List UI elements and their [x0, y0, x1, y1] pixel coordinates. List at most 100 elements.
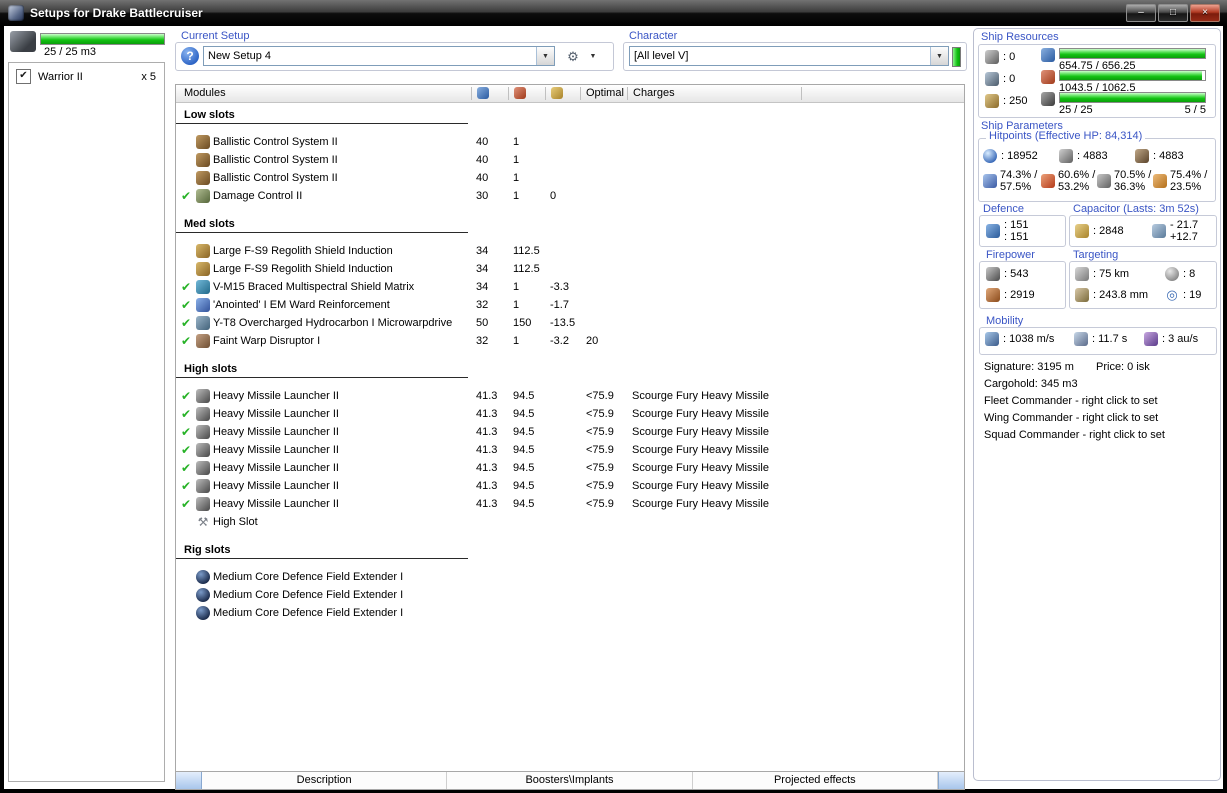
- setup-tools-button[interactable]: ⚙: [562, 47, 584, 66]
- tab-scroll-right-button[interactable]: [937, 772, 964, 789]
- module-row[interactable]: ✔ Damage Control II 30 1 0: [176, 187, 964, 205]
- hitpoints-group: : 18952 : 4883 : 4883 74.3% /57.5% 60.6%…: [978, 138, 1216, 202]
- module-cap-value: -1.7: [550, 299, 569, 311]
- powergrid-column-icon[interactable]: [514, 87, 526, 99]
- module-row[interactable]: Ballistic Control System II 40 1: [176, 169, 964, 187]
- module-row[interactable]: Medium Core Defence Field Extender I: [176, 568, 964, 586]
- close-button[interactable]: ×: [1190, 4, 1220, 22]
- capacitor-icon: [1075, 224, 1089, 238]
- max-velocity-icon: [985, 332, 999, 346]
- module-row[interactable]: ⚒ High Slot: [176, 513, 964, 531]
- module-row[interactable]: ✔ Heavy Missile Launcher II 41.3 94.5 <75.9 S…: [176, 423, 964, 441]
- tab-scroll-left-button[interactable]: [176, 772, 202, 789]
- module-row[interactable]: ✔ Heavy Missile Launcher II 41.3 94.5 <75.9 S…: [176, 405, 964, 423]
- module-cpu-value: 41.3: [476, 462, 498, 474]
- rig-icon: [196, 606, 210, 620]
- explosive-resist-icon: [1153, 174, 1167, 188]
- module-row[interactable]: ✔ 'Anointed' I EM Ward Reinforcement 32 1 -1…: [176, 296, 964, 314]
- module-active-check-icon: ✔: [180, 497, 192, 511]
- tab-description[interactable]: Description: [202, 772, 448, 789]
- module-row[interactable]: Ballistic Control System II 40 1: [176, 151, 964, 169]
- module-row[interactable]: ✔ Heavy Missile Launcher II 41.3 94.5 <75.9 S…: [176, 441, 964, 459]
- tab-projected-effects[interactable]: Projected effects: [693, 772, 938, 789]
- charges-column-header[interactable]: Charges: [633, 87, 675, 99]
- module-optimal-value: <75.9: [586, 462, 614, 474]
- setup-tools-arrow-icon[interactable]: ▼: [586, 47, 600, 66]
- module-row[interactable]: Large F-S9 Regolith Shield Induction 34 11…: [176, 242, 964, 260]
- chevron-down-icon[interactable]: ▼: [536, 47, 554, 65]
- max-targets-value: : 8: [1183, 268, 1196, 280]
- drone-checkbox[interactable]: ✔: [16, 69, 31, 84]
- module-row[interactable]: ✔ Heavy Missile Launcher II 41.3 94.5 <75.9 S…: [176, 387, 964, 405]
- module-active-check-icon: ✔: [180, 425, 192, 439]
- maximize-button[interactable]: □: [1158, 4, 1188, 22]
- drone-capacity-fill: [41, 34, 164, 44]
- max-velocity-value: : 1038 m/s: [1003, 333, 1055, 345]
- mwd-icon: [196, 316, 210, 330]
- module-row[interactable]: Medium Core Defence Field Extender I: [176, 604, 964, 622]
- capacitor-column-icon[interactable]: [551, 87, 563, 99]
- squad-commander-text[interactable]: Squad Commander - right click to set: [984, 429, 1165, 441]
- modules-table-header: Modules Optimal Charges: [176, 85, 964, 103]
- module-icon-cell: [196, 389, 213, 403]
- minimize-button[interactable]: –: [1126, 4, 1156, 22]
- drone-name: Warrior II: [38, 70, 83, 83]
- character-skill-fill: [953, 48, 960, 66]
- module-cpu-value: 32: [476, 335, 489, 347]
- title-bar[interactable]: Setups for Drake Battlecruiser – □ ×: [0, 0, 1227, 26]
- defence-icon: [986, 224, 1000, 238]
- module-cpu-value: 34: [476, 245, 489, 257]
- module-row[interactable]: Large F-S9 Regolith Shield Induction 34 11…: [176, 260, 964, 278]
- module-name: Heavy Missile Launcher II: [213, 480, 339, 492]
- module-row[interactable]: ✔ Y-T8 Overcharged Hydrocarbon I Microwar…: [176, 314, 964, 332]
- module-row[interactable]: ✔ Heavy Missile Launcher II 41.3 94.5 <75.9 S…: [176, 459, 964, 477]
- armor-hp-value: : 4883: [1077, 150, 1108, 162]
- module-section-title: Low slots: [176, 109, 468, 124]
- setup-combobox[interactable]: New Setup 4 ▼: [203, 46, 555, 66]
- character-combobox[interactable]: [All level V] ▼: [629, 46, 949, 66]
- help-button[interactable]: ?: [181, 47, 199, 65]
- volley-value: : 2919: [1004, 289, 1035, 301]
- chevron-down-icon[interactable]: ▼: [930, 47, 948, 65]
- module-powergrid-value: 94.5: [513, 444, 535, 456]
- module-name: Heavy Missile Launcher II: [213, 390, 339, 402]
- module-cap-value: -13.5: [550, 317, 576, 329]
- module-active-check-icon: ✔: [180, 479, 192, 493]
- module-row[interactable]: ✔ Heavy Missile Launcher II 41.3 94.5 <75.9 S…: [176, 477, 964, 495]
- shield-extender-icon: [196, 244, 210, 258]
- module-powergrid-value: 94.5: [513, 480, 535, 492]
- capacitor-recharge-value: +12.7: [1170, 231, 1198, 243]
- header-separator: [580, 87, 581, 100]
- module-row[interactable]: ✔ Faint Warp Disruptor I 32 1 -3.2 20: [176, 332, 964, 350]
- tab-boosters-implants[interactable]: Boosters\Implants: [447, 772, 693, 789]
- launcher-hardpoints-value: : 0: [1003, 73, 1016, 85]
- drone-list-item[interactable]: ✔ Warrior II x 5: [16, 68, 160, 85]
- modules-column-header[interactable]: Modules: [184, 87, 226, 99]
- module-section: Med slots Large F-S9 Regolith Shield Indu…: [176, 218, 964, 350]
- shield-hp-icon: [983, 149, 997, 163]
- cpu-column-icon[interactable]: [477, 87, 489, 99]
- shield-hardener-icon: [196, 280, 210, 294]
- signature-text: Signature: 3195 m: [984, 361, 1074, 373]
- mobility-group: : 1038 m/s : 11.7 s : 3 au/s: [979, 327, 1217, 355]
- module-name: Ballistic Control System II: [213, 154, 338, 166]
- module-cpu-value: 40: [476, 172, 489, 184]
- optimal-column-header[interactable]: Optimal: [586, 87, 624, 99]
- module-optimal-value: 20: [586, 335, 599, 347]
- module-row[interactable]: ✔ V-M15 Braced Multispectral Shield Matri…: [176, 278, 964, 296]
- header-separator: [471, 87, 472, 100]
- targeting-range-icon: [1075, 267, 1089, 281]
- module-row[interactable]: Medium Core Defence Field Extender I: [176, 586, 964, 604]
- wing-commander-text[interactable]: Wing Commander - right click to set: [984, 412, 1158, 424]
- module-section: Low slots Ballistic Control System II 40 1 B…: [176, 109, 964, 205]
- missile-launcher-icon: [196, 497, 210, 511]
- powergrid-bar-fill: [1060, 71, 1203, 80]
- module-row[interactable]: Ballistic Control System II 40 1: [176, 133, 964, 151]
- cpu-icon: [1041, 48, 1055, 62]
- cpu-bar-fill: [1060, 49, 1205, 58]
- capacitor-label: Capacitor (Lasts: 3m 52s): [1073, 203, 1199, 215]
- window-title: Setups for Drake Battlecruiser: [30, 6, 203, 20]
- fleet-commander-text[interactable]: Fleet Commander - right click to set: [984, 395, 1158, 407]
- module-row[interactable]: ✔ Heavy Missile Launcher II 41.3 94.5 <75.9 S…: [176, 495, 964, 513]
- max-targets-icon: [1165, 267, 1179, 281]
